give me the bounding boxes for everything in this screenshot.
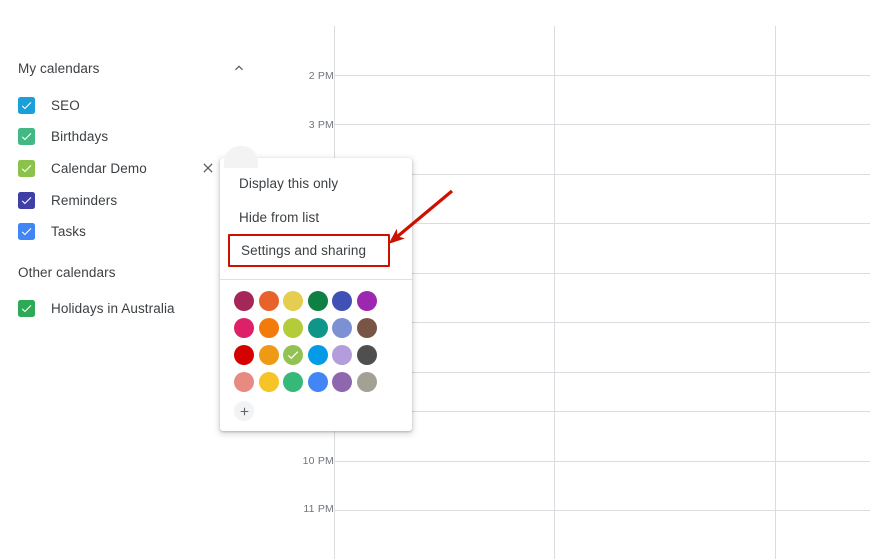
grid-horizontal-line bbox=[334, 75, 870, 76]
grid-horizontal-line bbox=[334, 461, 870, 462]
grid-vertical-line bbox=[775, 26, 776, 559]
calendar-name: Calendar Demo bbox=[51, 160, 147, 176]
calendar-list-item-birthdays[interactable]: Birthdays bbox=[18, 123, 256, 149]
color-swatch-basil[interactable] bbox=[307, 291, 328, 311]
calendar-checkbox[interactable] bbox=[18, 96, 35, 114]
color-palette bbox=[220, 280, 412, 431]
section-title: Other calendars bbox=[18, 264, 116, 280]
color-swatch-cobalt[interactable] bbox=[307, 372, 328, 392]
color-swatch-mango[interactable] bbox=[258, 345, 279, 365]
time-label: 11 PM bbox=[303, 503, 334, 515]
calendar-name: SEO bbox=[51, 97, 80, 113]
section-header-my-calendars[interactable]: My calendars bbox=[18, 53, 250, 83]
time-label: 2 PM bbox=[308, 70, 334, 82]
menu-item-settings-and-sharing[interactable]: Settings and sharing bbox=[228, 234, 390, 267]
grid-horizontal-line bbox=[334, 510, 870, 511]
color-swatch-row bbox=[234, 318, 412, 342]
color-swatch-grape[interactable] bbox=[356, 291, 377, 311]
color-swatch-amethyst[interactable] bbox=[332, 372, 352, 392]
time-label: 3 PM bbox=[308, 119, 334, 131]
color-swatch-graphite[interactable] bbox=[356, 345, 377, 365]
calendar-context-menu: Display this only Hide from list Setting… bbox=[220, 146, 412, 431]
section-header-other-calendars[interactable]: Other calendars bbox=[18, 257, 250, 287]
calendar-name: Tasks bbox=[51, 223, 87, 239]
calendar-name: Reminders bbox=[51, 192, 118, 208]
calendar-checkbox[interactable] bbox=[18, 127, 35, 145]
color-swatch-blueberry[interactable] bbox=[332, 291, 352, 311]
color-swatch-pumpkin[interactable] bbox=[258, 318, 279, 338]
color-swatch-stone[interactable] bbox=[356, 372, 377, 392]
grid-horizontal-line bbox=[334, 124, 870, 125]
color-swatch-cherry[interactable] bbox=[234, 318, 254, 338]
color-swatch-banana[interactable] bbox=[258, 372, 279, 392]
grid-horizontal-line bbox=[334, 372, 870, 373]
calendar-checkbox[interactable] bbox=[18, 159, 35, 177]
menu-item-display-this-only[interactable]: Display this only bbox=[220, 166, 412, 200]
menu-item-hide-from-list[interactable]: Hide from list bbox=[220, 200, 412, 234]
color-swatch-flamingo[interactable] bbox=[234, 372, 254, 392]
color-swatch-tomato-dark[interactable] bbox=[234, 291, 254, 311]
calendar-checkbox[interactable] bbox=[18, 191, 35, 209]
plus-icon[interactable] bbox=[234, 401, 254, 421]
color-swatch-avocado[interactable] bbox=[283, 318, 303, 338]
add-custom-color-row bbox=[234, 399, 412, 423]
menu-item-list: Display this only Hide from list Setting… bbox=[220, 158, 412, 273]
color-swatch-cocoa[interactable] bbox=[356, 318, 377, 338]
calendar-list-item-seo[interactable]: SEO bbox=[18, 92, 256, 118]
close-icon[interactable] bbox=[198, 158, 218, 178]
chevron-up-icon[interactable] bbox=[228, 57, 250, 79]
grid-horizontal-line bbox=[334, 411, 870, 412]
color-swatch-tangerine[interactable] bbox=[258, 291, 279, 311]
color-swatch-sage[interactable] bbox=[283, 372, 303, 392]
grid-horizontal-line bbox=[334, 322, 870, 323]
grid-horizontal-line bbox=[334, 223, 870, 224]
color-swatch-row bbox=[234, 372, 412, 396]
calendar-name: Holidays in Australia bbox=[51, 300, 175, 316]
calendar-checkbox[interactable] bbox=[18, 299, 35, 317]
color-swatch-row bbox=[234, 291, 412, 315]
color-swatch-lavender[interactable] bbox=[332, 345, 352, 365]
color-swatch-pistachio-selected[interactable] bbox=[283, 345, 303, 365]
time-label: 10 PM bbox=[302, 455, 334, 467]
color-swatch-tomato[interactable] bbox=[234, 345, 254, 365]
calendar-checkbox[interactable] bbox=[18, 222, 35, 240]
color-swatch-citron[interactable] bbox=[283, 291, 303, 311]
color-swatch-eucalyptus[interactable] bbox=[307, 318, 328, 338]
color-swatch-peacock[interactable] bbox=[307, 345, 328, 365]
color-swatch-row bbox=[234, 345, 412, 369]
section-title: My calendars bbox=[18, 60, 100, 76]
grid-horizontal-line bbox=[334, 273, 870, 274]
grid-horizontal-line bbox=[334, 174, 870, 175]
color-swatch-cornflower[interactable] bbox=[332, 318, 352, 338]
grid-vertical-line bbox=[554, 26, 555, 559]
calendar-name: Birthdays bbox=[51, 128, 109, 144]
